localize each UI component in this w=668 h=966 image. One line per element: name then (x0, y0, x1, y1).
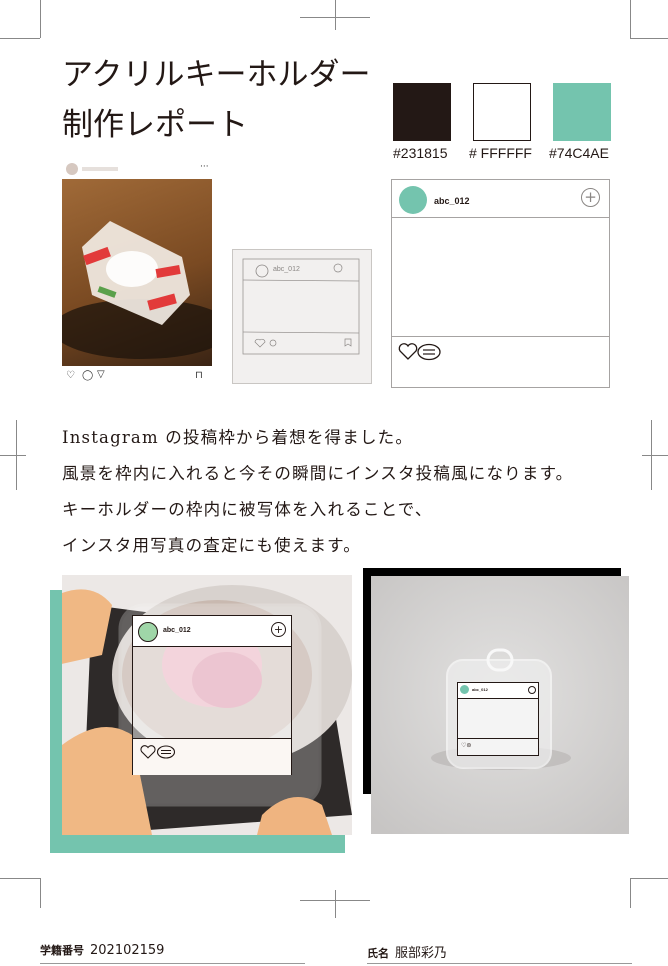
candy-illustration (62, 221, 212, 359)
share-icon: ▽ (97, 369, 105, 380)
sketch-username: abc_012 (273, 266, 300, 273)
student-name-field: 氏名 服部彩乃 (367, 942, 447, 961)
swatch-label-teal: #74C4AE (549, 145, 609, 161)
pencil-sketch: abc_012 (232, 249, 372, 384)
keychain-header: abc_012 + (133, 616, 291, 647)
small-keychain-frame: abc_012 ♡⊜ (457, 682, 539, 756)
crop-mark (642, 455, 668, 456)
small-keychain-icons: ♡⊜ (461, 742, 472, 749)
keychain-footer (133, 738, 291, 775)
like-comment-icons (398, 343, 441, 361)
plus-icon: + (581, 188, 600, 207)
blurred-avatar (66, 163, 78, 175)
header-divider (392, 217, 609, 218)
sketch-drawing (242, 258, 360, 355)
keychain-like-comment-icons (140, 745, 176, 759)
swatch-black (393, 83, 451, 141)
keychain-frame: abc_012 + (132, 615, 292, 775)
crop-mark (40, 878, 41, 908)
reference-post: ··· ♡ ◯ ▽ ⊓ (62, 160, 212, 385)
student-id-field: 学籍番号 202102159 (40, 942, 164, 958)
swatch-white (473, 83, 531, 141)
swatch-label-white: # FFFFFF (469, 145, 532, 161)
crop-mark (0, 878, 40, 879)
crop-mark (630, 878, 631, 908)
keychain-photo-hand: abc_012 + (62, 575, 352, 835)
description-line: キーホルダーの枠内に被写体を入れることで、 (62, 500, 433, 519)
student-id-value: 202102159 (90, 943, 165, 958)
small-keychain-avatar (460, 685, 469, 694)
keychain-username: abc_012 (163, 627, 191, 634)
crop-mark (0, 455, 26, 456)
candy-photo (62, 179, 212, 366)
student-name-underline (367, 963, 632, 964)
title-line-1: アクリルキーホルダー (62, 57, 371, 93)
post-mockup: abc_012 + (391, 179, 610, 388)
description-line: Instagram の投稿枠から着想を得ました。 (62, 428, 414, 447)
crop-mark (630, 38, 668, 39)
crop-mark (40, 0, 41, 38)
description: Instagram の投稿枠から着想を得ました。 風景を枠内に入れると今その瞬間… (62, 420, 573, 564)
heart-icon: ♡ (66, 370, 75, 381)
swatch-teal (553, 83, 611, 141)
small-keychain-username: abc_012 (472, 687, 488, 692)
student-name-label: 氏名 (367, 947, 389, 960)
comment-icon: ◯ (82, 370, 94, 381)
keychain-plus-icon: + (271, 622, 286, 637)
crop-mark (630, 878, 668, 879)
mockup-username: abc_012 (434, 196, 470, 206)
footer-divider (392, 336, 609, 337)
student-name-value: 服部彩乃 (395, 946, 448, 961)
crop-mark (630, 0, 631, 38)
small-keychain-header: abc_012 (458, 683, 538, 699)
small-keychain-footer: ♡⊜ (458, 738, 538, 756)
small-keychain-plus-icon (528, 686, 536, 694)
mockup-avatar (399, 186, 427, 214)
title-line-2: 制作レポート (62, 107, 248, 143)
page-title: アクリルキーホルダー 制作レポート (62, 50, 370, 150)
keychain-photo-table: abc_012 ♡⊜ (371, 576, 629, 834)
blurred-username (82, 167, 118, 171)
crop-mark (335, 890, 336, 918)
swatch-label-black: #231815 (393, 145, 448, 161)
crop-mark (0, 38, 40, 39)
keychain-avatar (138, 622, 158, 642)
description-line: 風景を枠内に入れると今その瞬間にインスタ投稿風になります。 (62, 464, 574, 483)
description-line: インスタ用写真の査定にも使えます。 (62, 536, 361, 555)
student-id-underline (40, 963, 305, 964)
bookmark-icon: ⊓ (195, 370, 203, 381)
student-id-label: 学籍番号 (40, 944, 84, 957)
more-icon: ··· (200, 162, 209, 172)
crop-mark (335, 0, 336, 30)
